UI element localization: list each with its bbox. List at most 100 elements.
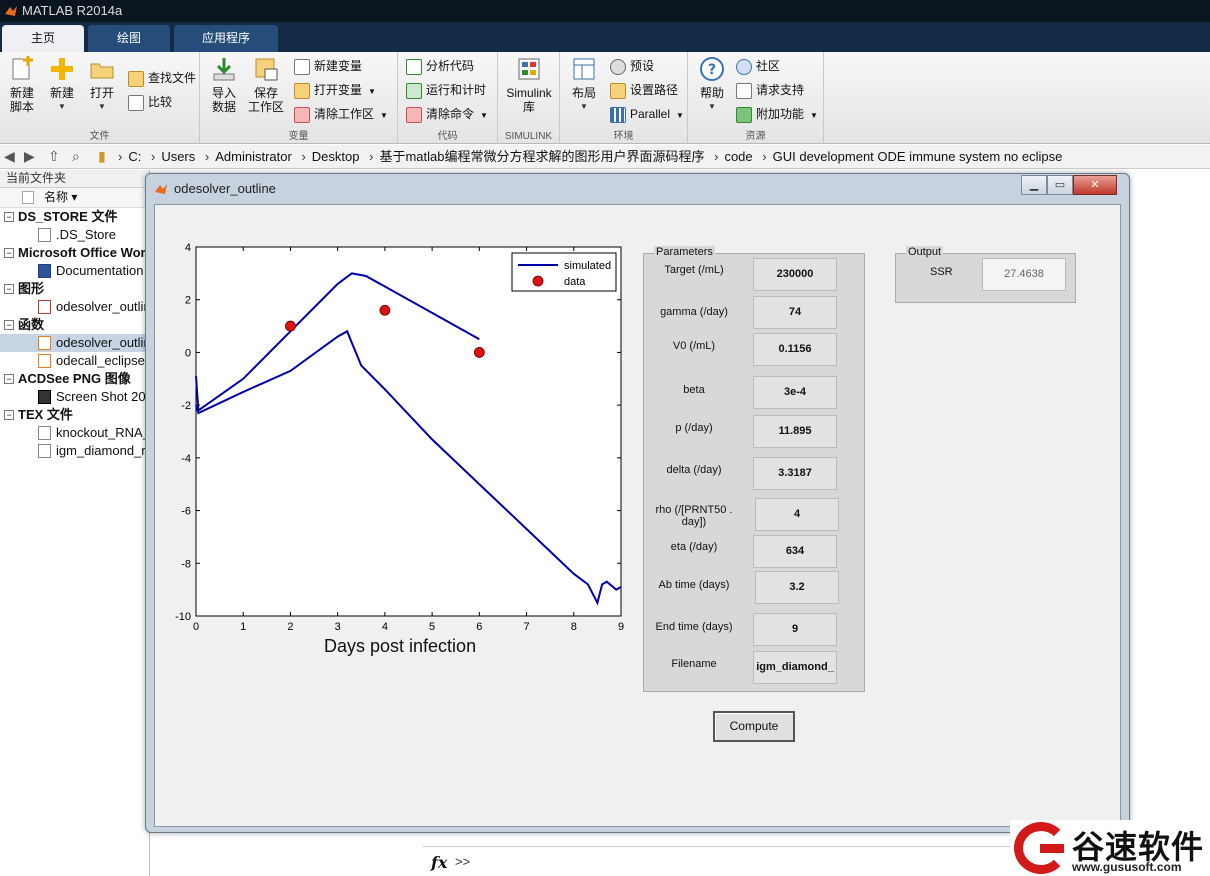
group-png[interactable]: − ACDSee PNG 图像	[0, 370, 149, 388]
svg-text:?: ?	[708, 62, 716, 78]
param-input[interactable]: 3.2	[755, 571, 839, 604]
compare-label: 比较	[148, 95, 173, 109]
list-item[interactable]: igm_diamond_r	[0, 442, 149, 460]
group-word[interactable]: − Microsoft Office Word	[0, 244, 149, 262]
crumb-desktop[interactable]: Desktop	[312, 149, 360, 164]
name-column-header[interactable]: 名称 ▾	[0, 188, 149, 208]
open-variable-button[interactable]: 打开变量 ▼	[294, 80, 376, 100]
list-item[interactable]: Screen Shot 2014	[0, 388, 149, 406]
param-input[interactable]: igm_diamond_	[753, 651, 837, 684]
tab-plots[interactable]: 绘图	[88, 25, 170, 52]
maximize-button[interactable]: ▭	[1047, 175, 1073, 195]
layout-dropdown-icon[interactable]: ▼	[562, 100, 606, 114]
list-item[interactable]: odecall_eclipse	[0, 352, 149, 370]
y-tick-label: -10	[175, 611, 191, 623]
crumb-administrator[interactable]: Administrator	[215, 149, 292, 164]
collapse-icon[interactable]: −	[4, 248, 14, 258]
param-input[interactable]: 74	[753, 296, 837, 329]
tab-home[interactable]: 主页	[2, 25, 84, 52]
list-item[interactable]: odesolver_outline	[0, 298, 149, 316]
compare-button[interactable]: 比较	[128, 92, 172, 112]
crumb-project[interactable]: 基于matlab编程常微分方程求解的图形用户界面源码程序	[379, 149, 704, 164]
param-label: V0 (/mL)	[672, 340, 716, 352]
collapse-icon[interactable]: −	[4, 284, 14, 294]
crumb-users[interactable]: Users	[161, 149, 195, 164]
fx-icon[interactable]: fx	[431, 853, 447, 872]
compare-icon	[128, 94, 144, 111]
output-panel: Output SSR 27.4638	[895, 246, 1076, 303]
clear-commands-dropdown-icon[interactable]: ▼	[480, 111, 488, 120]
parallel-dropdown-icon[interactable]: ▼	[676, 111, 684, 120]
list-item[interactable]: Documentation	[0, 262, 149, 280]
addons-dropdown-icon[interactable]: ▼	[810, 111, 818, 120]
request-support-button[interactable]: 请求支持	[736, 80, 804, 100]
figure-titlebar[interactable]: odesolver_outline ▁ ▭ ✕	[146, 174, 1129, 202]
param-input[interactable]: 9	[753, 613, 837, 646]
request-support-icon	[736, 82, 752, 99]
tab-apps[interactable]: 应用程序	[174, 25, 278, 52]
layout-label: 布局	[571, 86, 596, 100]
group-tex[interactable]: − TEX 文件	[0, 406, 149, 424]
new-variable-button[interactable]: 新建变量	[294, 56, 362, 76]
set-path-button[interactable]: 设置路径	[610, 80, 678, 100]
crumb-code[interactable]: code	[724, 149, 752, 164]
group-functions[interactable]: − 函数	[0, 316, 149, 334]
param-input[interactable]: 230000	[753, 258, 837, 291]
help-button[interactable]: ? 帮助 ▼	[690, 56, 734, 114]
list-item[interactable]: knockout_RNA_	[0, 424, 149, 442]
close-button[interactable]: ✕	[1073, 175, 1117, 195]
parallel-button[interactable]: Parallel ▼	[610, 104, 684, 124]
clear-commands-button[interactable]: 清除命令 ▼	[406, 104, 488, 124]
save-workspace-button[interactable]: 保存 工作区	[244, 56, 288, 114]
crumb-gui[interactable]: GUI development ODE immune system no ecl…	[773, 149, 1063, 164]
param-input[interactable]: 3e-4	[753, 376, 837, 409]
new-button[interactable]: 新建 ▼	[40, 56, 84, 114]
analyze-code-button[interactable]: 分析代码	[406, 56, 474, 76]
new-dropdown-icon[interactable]: ▼	[40, 100, 84, 114]
collapse-icon[interactable]: −	[4, 410, 14, 420]
parallel-label: Parallel	[630, 107, 671, 121]
param-input[interactable]: 634	[753, 535, 837, 568]
find-files-button[interactable]: 查找文件	[128, 68, 196, 88]
minimize-button[interactable]: ▁	[1021, 175, 1047, 195]
collapse-icon[interactable]: −	[4, 320, 14, 330]
run-time-button[interactable]: 运行和计时	[406, 80, 486, 100]
plot-axes[interactable]: 0 1 2 3 4 5 6 7 8 9 -10 -8 -6 -4 -2 0 2 4 simulated data	[165, 235, 635, 635]
back-icon[interactable]: ◀	[4, 145, 15, 168]
import-data-button[interactable]: 导入 数据	[202, 56, 246, 114]
simulink-library-button[interactable]: Simulink 库	[504, 56, 554, 114]
community-button[interactable]: 社区	[736, 56, 780, 76]
new-label: 新建	[49, 86, 74, 100]
open-button[interactable]: 打开 ▼	[80, 56, 124, 114]
browse-icon[interactable]: ⌕	[72, 145, 80, 168]
group-ds-store[interactable]: − DS_STORE 文件	[0, 208, 149, 226]
help-dropdown-icon[interactable]: ▼	[690, 100, 734, 114]
addons-button[interactable]: 附加功能 ▼	[736, 104, 818, 124]
variable-group-label: 变量	[288, 131, 309, 142]
compute-button[interactable]: Compute	[713, 711, 795, 742]
clear-workspace-icon	[294, 106, 310, 123]
file-name: odesolver_outline	[56, 299, 149, 314]
crumb-drive[interactable]: C:	[128, 149, 141, 164]
collapse-icon[interactable]: −	[4, 212, 14, 222]
clear-workspace-button[interactable]: 清除工作区 ▼	[294, 104, 388, 124]
list-item[interactable]: .DS_Store	[0, 226, 149, 244]
param-input[interactable]: 0.1156	[753, 333, 837, 366]
layout-icon	[573, 58, 595, 80]
new-script-button[interactable]: 新建 脚本	[0, 56, 44, 114]
up-folder-icon[interactable]: ⇧	[48, 145, 60, 168]
forward-icon[interactable]: ▶	[24, 145, 35, 168]
param-input[interactable]: 11.895	[753, 415, 837, 448]
preferences-label: 预设	[630, 59, 655, 73]
open-dropdown-icon[interactable]: ▼	[80, 100, 124, 114]
file-name: igm_diamond_r	[56, 443, 146, 458]
open-variable-dropdown-icon[interactable]: ▼	[368, 87, 376, 96]
layout-button[interactable]: 布局 ▼	[562, 56, 606, 114]
group-figures[interactable]: − 图形	[0, 280, 149, 298]
param-input[interactable]: 3.3187	[753, 457, 837, 490]
collapse-icon[interactable]: −	[4, 374, 14, 384]
clear-workspace-dropdown-icon[interactable]: ▼	[380, 111, 388, 120]
param-input[interactable]: 4	[755, 498, 839, 531]
preferences-button[interactable]: 预设	[610, 56, 654, 76]
list-item-selected[interactable]: odesolver_outline	[0, 334, 149, 352]
